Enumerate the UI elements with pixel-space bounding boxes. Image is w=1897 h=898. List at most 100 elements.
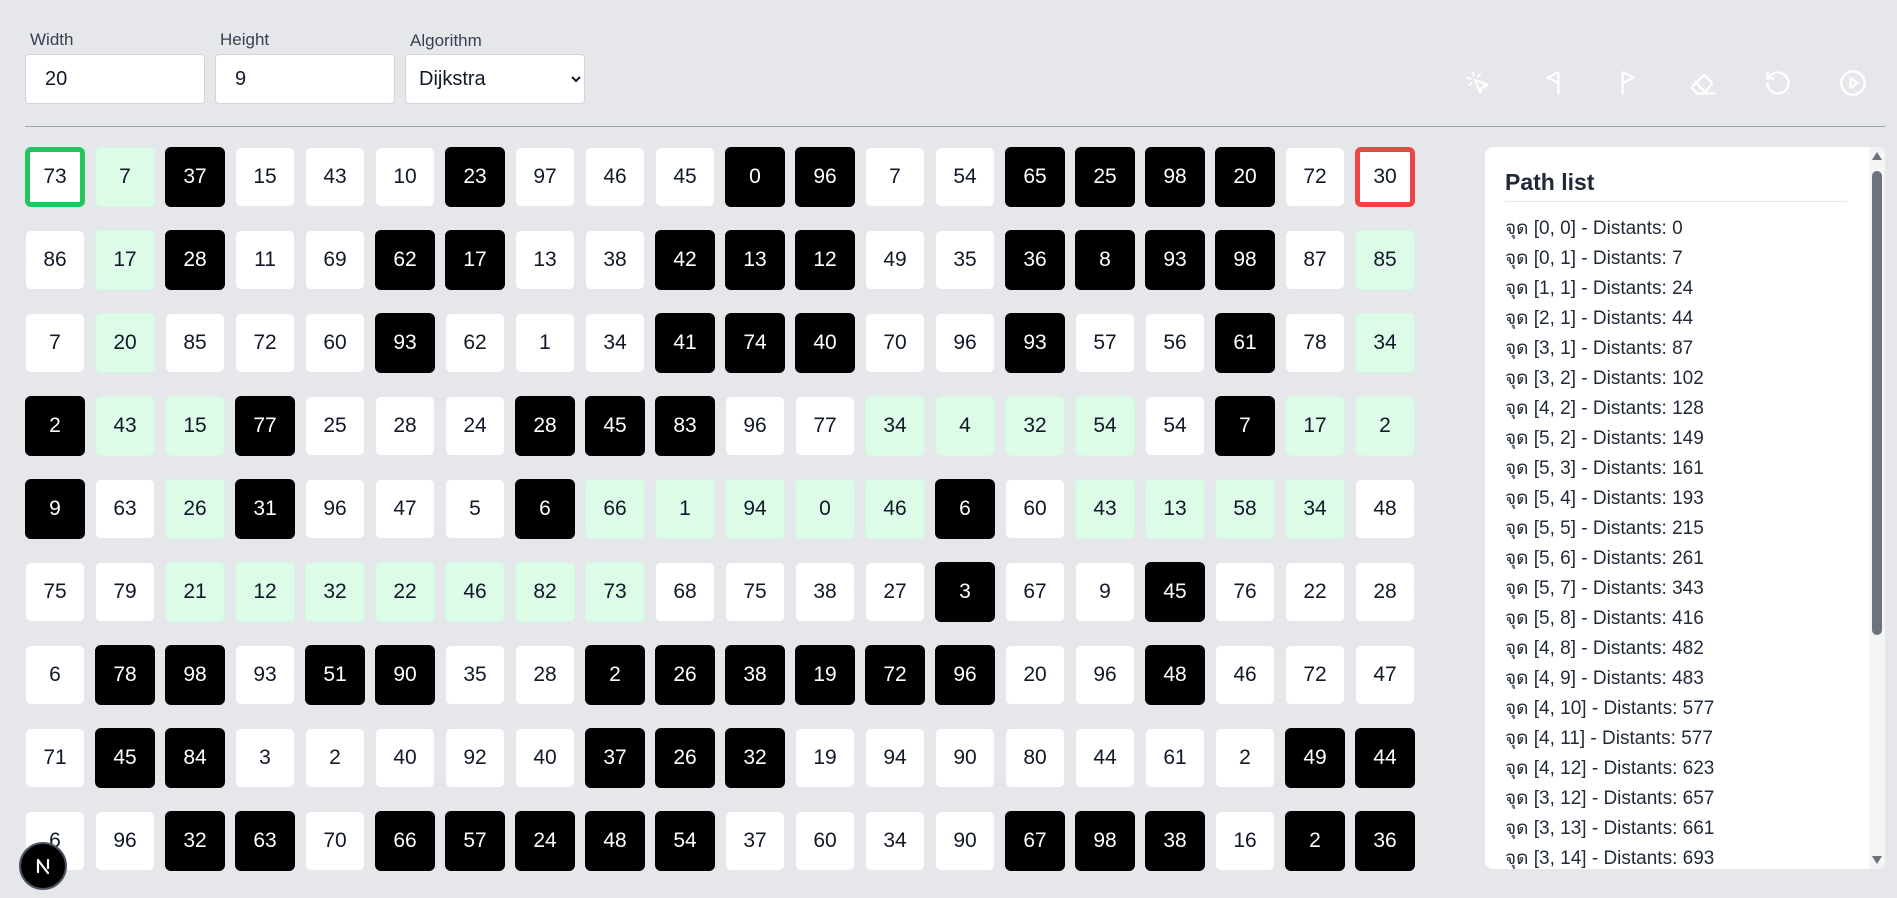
grid-cell[interactable]: 46 — [1215, 645, 1275, 705]
wall-cell[interactable]: 65 — [1005, 147, 1065, 207]
grid-cell[interactable]: 54 — [1145, 396, 1205, 456]
grid-cell[interactable]: 2 — [305, 728, 365, 788]
grid-cell[interactable]: 5 — [445, 479, 505, 539]
wall-cell[interactable]: 48 — [585, 811, 645, 871]
grid-cell[interactable]: 72 — [1285, 645, 1345, 705]
path-cell[interactable]: 32 — [305, 562, 365, 622]
path-cell[interactable]: 58 — [1215, 479, 1275, 539]
grid-cell[interactable]: 19 — [795, 728, 855, 788]
grid-cell[interactable]: 75 — [725, 562, 785, 622]
path-cell[interactable]: 54 — [1075, 396, 1135, 456]
path-cell[interactable]: 32 — [1005, 396, 1065, 456]
path-cell[interactable]: 66 — [585, 479, 645, 539]
grid-cell[interactable]: 43 — [305, 147, 365, 207]
path-cell[interactable]: 2 — [1355, 396, 1415, 456]
grid-cell[interactable]: 35 — [445, 645, 505, 705]
wall-cell[interactable]: 28 — [515, 396, 575, 456]
path-cell[interactable]: 15 — [165, 396, 225, 456]
wall-cell[interactable]: 6 — [515, 479, 575, 539]
start-cell[interactable]: 73 — [25, 147, 85, 207]
grid-cell[interactable]: 27 — [865, 562, 925, 622]
path-cell[interactable]: 82 — [515, 562, 575, 622]
grid-cell[interactable]: 10 — [375, 147, 435, 207]
wall-cell[interactable]: 77 — [235, 396, 295, 456]
wall-cell[interactable]: 83 — [655, 396, 715, 456]
path-cell[interactable]: 85 — [1355, 230, 1415, 290]
wall-cell[interactable]: 41 — [655, 313, 715, 373]
eraser-button[interactable] — [1670, 61, 1736, 105]
wall-cell[interactable]: 37 — [585, 728, 645, 788]
path-cell[interactable]: 17 — [95, 230, 155, 290]
grid-cell[interactable]: 60 — [795, 811, 855, 871]
wall-cell[interactable]: 40 — [795, 313, 855, 373]
wall-cell[interactable]: 57 — [445, 811, 505, 871]
grid-cell[interactable]: 96 — [95, 811, 155, 871]
grid-cell[interactable]: 57 — [1075, 313, 1135, 373]
path-list-scrollbar[interactable] — [1869, 147, 1885, 869]
grid-cell[interactable]: 7 — [865, 147, 925, 207]
grid-cell[interactable]: 86 — [25, 230, 85, 290]
path-cell[interactable]: 73 — [585, 562, 645, 622]
grid-cell[interactable]: 63 — [95, 479, 155, 539]
grid-cell[interactable]: 96 — [1075, 645, 1135, 705]
grid-cell[interactable]: 47 — [1355, 645, 1415, 705]
path-cell[interactable]: 34 — [1285, 479, 1345, 539]
wall-cell[interactable]: 84 — [165, 728, 225, 788]
path-cell[interactable]: 0 — [795, 479, 855, 539]
grid-cell[interactable]: 78 — [1285, 313, 1345, 373]
grid-cell[interactable]: 75 — [25, 562, 85, 622]
grid-cell[interactable]: 40 — [515, 728, 575, 788]
grid-cell[interactable]: 49 — [865, 230, 925, 290]
grid-cell[interactable]: 87 — [1285, 230, 1345, 290]
grid-cell[interactable]: 96 — [305, 479, 365, 539]
wall-cell[interactable]: 93 — [1005, 313, 1065, 373]
scroll-down-arrow-icon[interactable] — [1872, 856, 1882, 864]
grid-cell[interactable]: 85 — [165, 313, 225, 373]
path-cell[interactable]: 12 — [235, 562, 295, 622]
wall-cell[interactable]: 67 — [1005, 811, 1065, 871]
grid-cell[interactable]: 62 — [445, 313, 505, 373]
wall-cell[interactable]: 66 — [375, 811, 435, 871]
grid-cell[interactable]: 90 — [935, 811, 995, 871]
wall-cell[interactable]: 32 — [165, 811, 225, 871]
wall-cell[interactable]: 32 — [725, 728, 785, 788]
wall-cell[interactable]: 12 — [795, 230, 855, 290]
grid-cell[interactable]: 92 — [445, 728, 505, 788]
grid-cell[interactable]: 45 — [655, 147, 715, 207]
path-cell[interactable]: 4 — [935, 396, 995, 456]
wall-cell[interactable]: 90 — [375, 645, 435, 705]
wall-cell[interactable]: 45 — [1145, 562, 1205, 622]
path-cell[interactable]: 34 — [1355, 313, 1415, 373]
wall-cell[interactable]: 49 — [1285, 728, 1345, 788]
wall-cell[interactable]: 54 — [655, 811, 715, 871]
path-cell[interactable]: 20 — [95, 313, 155, 373]
wall-cell[interactable]: 2 — [1285, 811, 1345, 871]
width-input[interactable]: 20 — [25, 54, 205, 104]
grid-cell[interactable]: 90 — [935, 728, 995, 788]
grid-cell[interactable]: 20 — [1005, 645, 1065, 705]
wall-cell[interactable]: 44 — [1355, 728, 1415, 788]
wall-cell[interactable]: 98 — [165, 645, 225, 705]
grid-cell[interactable]: 3 — [235, 728, 295, 788]
wall-cell[interactable]: 45 — [95, 728, 155, 788]
grid-cell[interactable]: 28 — [1355, 562, 1415, 622]
grid-cell[interactable]: 11 — [235, 230, 295, 290]
wall-cell[interactable]: 45 — [585, 396, 645, 456]
wall-cell[interactable]: 98 — [1215, 230, 1275, 290]
wall-cell[interactable]: 36 — [1355, 811, 1415, 871]
wall-cell[interactable]: 93 — [1145, 230, 1205, 290]
path-cell[interactable]: 21 — [165, 562, 225, 622]
grid-cell[interactable]: 28 — [515, 645, 575, 705]
wall-cell[interactable]: 78 — [95, 645, 155, 705]
wall-cell[interactable]: 26 — [655, 645, 715, 705]
wall-cell[interactable]: 9 — [25, 479, 85, 539]
wall-cell[interactable]: 37 — [165, 147, 225, 207]
grid-cell[interactable]: 48 — [1355, 479, 1415, 539]
path-cell[interactable]: 46 — [865, 479, 925, 539]
grid-cell[interactable]: 34 — [585, 313, 645, 373]
grid-cell[interactable]: 68 — [655, 562, 715, 622]
end-flag-button[interactable] — [1595, 61, 1661, 105]
wall-cell[interactable]: 20 — [1215, 147, 1275, 207]
run-button[interactable] — [1820, 61, 1886, 105]
wall-cell[interactable]: 2 — [25, 396, 85, 456]
